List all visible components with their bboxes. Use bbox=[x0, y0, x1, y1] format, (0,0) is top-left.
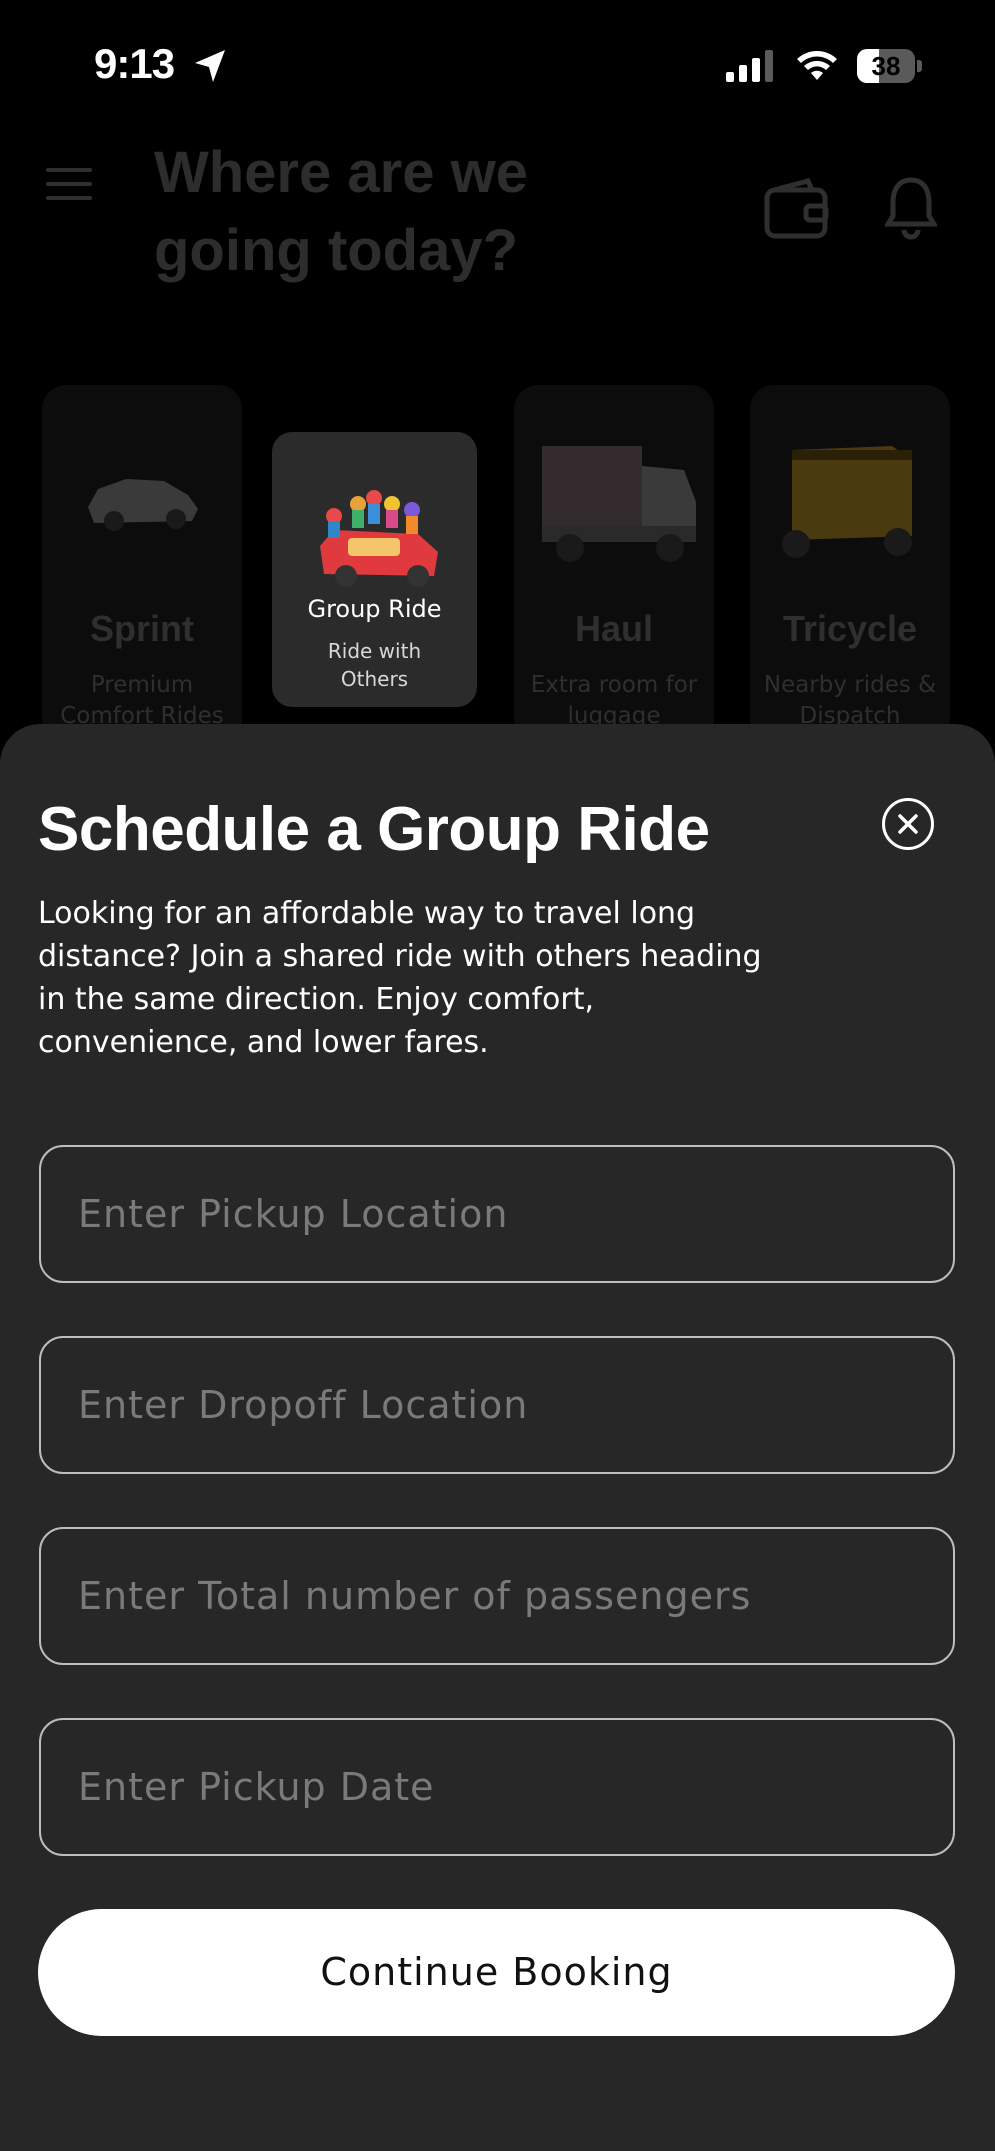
sheet-description: Looking for an affordable way to travel … bbox=[38, 896, 762, 1060]
category-subtitle: Nearby rides & Dispatch bbox=[763, 672, 937, 729]
field-placeholder: Enter Pickup Date bbox=[78, 1765, 435, 1809]
group-ride-sheet: Schedule a Group Ride Looking for an aff… bbox=[0, 724, 995, 2151]
category-card-tricycle[interactable]: Tricycle Nearby rides & Dispatch bbox=[750, 385, 950, 745]
field-placeholder: Enter Total number of passengers bbox=[78, 1574, 752, 1618]
dropoff-location-input[interactable]: Enter Dropoff Location bbox=[39, 1336, 955, 1474]
close-icon bbox=[898, 814, 918, 834]
tricycle-icon bbox=[782, 446, 912, 558]
pickup-location-input[interactable]: Enter Pickup Location bbox=[39, 1145, 955, 1283]
category-title: Haul bbox=[574, 608, 653, 649]
category-subtitle: Premium Comfort Rides bbox=[60, 672, 224, 729]
category-card-group-ride[interactable]: Group Ride Ride with Others bbox=[272, 432, 477, 707]
sheet-title: Schedule a Group Ride bbox=[38, 795, 710, 864]
category-card-sprint[interactable]: Sprint Premium Comfort Rides bbox=[42, 385, 242, 745]
wallet-icon[interactable] bbox=[764, 178, 830, 240]
category-title: Tricycle bbox=[782, 608, 918, 649]
truck-icon bbox=[542, 446, 696, 562]
category-subtitle: Extra room for luggage bbox=[530, 672, 698, 729]
field-placeholder: Enter Dropoff Location bbox=[78, 1383, 529, 1427]
pickup-date-input[interactable]: Enter Pickup Date bbox=[39, 1718, 955, 1856]
category-subtitle: Ride with Others bbox=[327, 639, 422, 691]
passengers-input[interactable]: Enter Total number of passengers bbox=[39, 1527, 955, 1665]
category-title: Group Ride bbox=[307, 595, 442, 623]
category-card-haul[interactable]: Haul Extra room for luggage bbox=[514, 385, 714, 745]
menu-icon[interactable] bbox=[46, 168, 92, 200]
page-heading: Where are we going today? bbox=[154, 140, 528, 283]
field-placeholder: Enter Pickup Location bbox=[78, 1192, 509, 1236]
bell-icon[interactable] bbox=[885, 176, 937, 240]
close-button[interactable] bbox=[882, 798, 934, 850]
continue-booking-button[interactable]: Continue Booking bbox=[38, 1909, 955, 2036]
group-car-icon bbox=[320, 490, 438, 587]
car-icon bbox=[88, 479, 198, 531]
category-title: Sprint bbox=[90, 608, 194, 649]
